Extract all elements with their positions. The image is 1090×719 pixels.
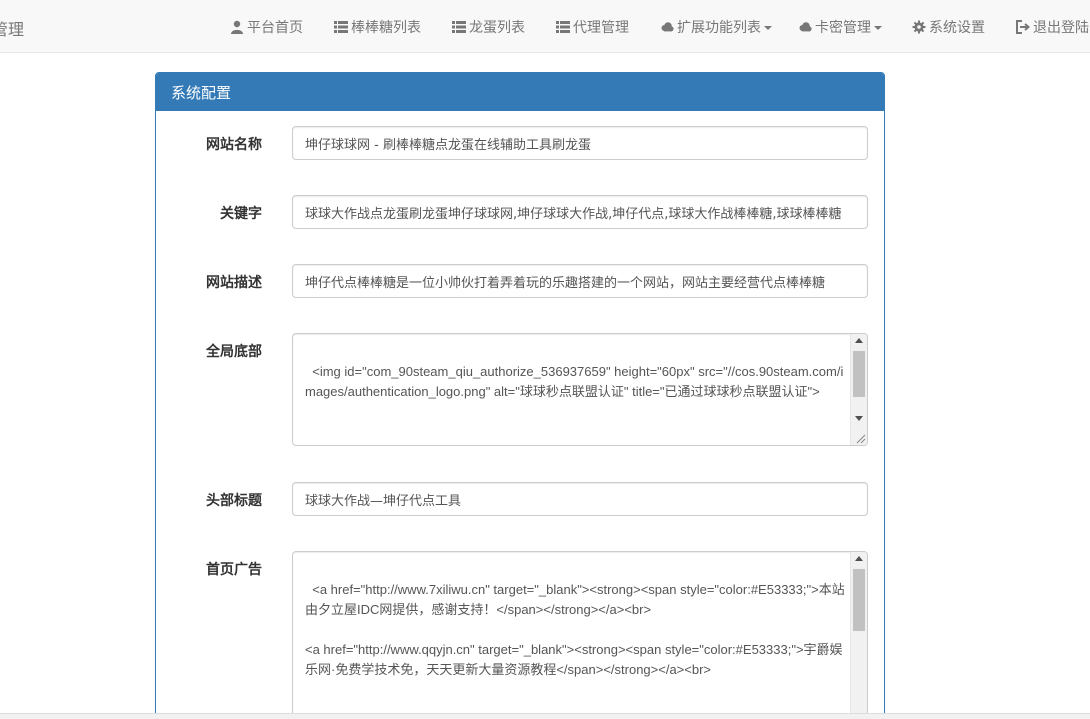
global-footer-textarea[interactable]: <img id="com_90steam_qiu_authorize_53693… xyxy=(292,333,868,446)
scrollbar-thumb[interactable] xyxy=(853,569,865,631)
cloud-icon xyxy=(661,22,674,32)
top-navbar: 管理 平台首页 棒棒糖列表 龙蛋列表 代理管理 扩展功能列表 卡密管理 系统设置… xyxy=(0,0,1090,53)
list-icon xyxy=(556,21,570,33)
nav-item-logout[interactable]: 退出登陆 xyxy=(1016,17,1089,37)
nav-item-extensions-dropdown[interactable]: 扩展功能列表 xyxy=(660,17,772,37)
header-title-label: 头部标题 xyxy=(206,493,262,509)
gear-icon xyxy=(912,20,926,34)
nav-item-system-settings[interactable]: 系统设置 xyxy=(912,17,985,37)
nav-item-label: 扩展功能列表 xyxy=(677,20,761,36)
chevron-down-icon xyxy=(874,26,882,30)
nav-menu: 平台首页 棒棒糖列表 龙蛋列表 代理管理 扩展功能列表 卡密管理 系统设置 退出… xyxy=(0,0,1090,53)
home-ad-label: 首页广告 xyxy=(206,562,262,578)
list-icon xyxy=(452,21,466,33)
scrollbar[interactable] xyxy=(850,334,867,445)
scrollbar-thumb[interactable] xyxy=(853,351,865,397)
nav-item-home[interactable]: 平台首页 xyxy=(230,17,303,37)
site-description-label: 网站描述 xyxy=(206,275,262,291)
scrollbar[interactable] xyxy=(850,552,867,719)
chevron-down-icon xyxy=(764,26,772,30)
scroll-down-arrow-icon[interactable] xyxy=(855,416,863,421)
logout-icon xyxy=(1016,20,1030,34)
nav-item-label: 卡密管理 xyxy=(815,20,871,36)
header-title-input[interactable]: 球球大作战—坤仔代点工具 xyxy=(292,482,868,516)
nav-item-label: 系统设置 xyxy=(929,20,985,36)
nav-item-lollipop-list[interactable]: 棒棒糖列表 xyxy=(334,17,421,37)
site-name-label: 网站名称 xyxy=(206,137,262,153)
home-ad-textarea[interactable]: <a href="http://www.7xiliwu.cn" target="… xyxy=(292,551,868,719)
keywords-input[interactable]: 球球大作战点龙蛋刷龙蛋坤仔球球网,坤仔球球大作战,坤仔代点,球球大作战棒棒糖,球… xyxy=(292,195,868,229)
window-bottom-edge xyxy=(0,713,1090,719)
user-icon xyxy=(231,20,243,34)
site-description-input[interactable]: 坤仔代点棒棒糖是一位小帅伙打着弄着玩的乐趣搭建的一个网站，网站主要经营代点棒棒糖 xyxy=(292,264,868,298)
nav-item-label: 龙蛋列表 xyxy=(469,20,525,36)
site-name-input[interactable]: 坤仔球球网 - 刷棒棒糖点龙蛋在线辅助工具刷龙蛋 xyxy=(292,126,868,160)
nav-item-card-management-dropdown[interactable]: 卡密管理 xyxy=(798,17,882,37)
nav-item-dragon-egg-list[interactable]: 龙蛋列表 xyxy=(452,17,525,37)
nav-item-label: 棒棒糖列表 xyxy=(351,20,421,36)
global-footer-label: 全局底部 xyxy=(206,344,262,360)
scroll-up-arrow-icon[interactable] xyxy=(855,556,863,561)
cloud-icon xyxy=(799,22,812,32)
nav-item-label: 退出登陆 xyxy=(1033,20,1089,36)
resize-grip-icon[interactable] xyxy=(854,432,866,444)
nav-item-label: 代理管理 xyxy=(573,20,629,36)
home-ad-text: <a href="http://www.7xiliwu.cn" target="… xyxy=(305,582,845,677)
nav-item-label: 平台首页 xyxy=(247,20,303,36)
panel-title: 系统配置 xyxy=(156,73,884,111)
scroll-up-arrow-icon[interactable] xyxy=(855,338,863,343)
keywords-label: 关键字 xyxy=(220,206,262,222)
nav-item-agent-management[interactable]: 代理管理 xyxy=(556,17,629,37)
list-icon xyxy=(334,21,348,33)
global-footer-text: <img id="com_90steam_qiu_authorize_53693… xyxy=(305,364,844,399)
